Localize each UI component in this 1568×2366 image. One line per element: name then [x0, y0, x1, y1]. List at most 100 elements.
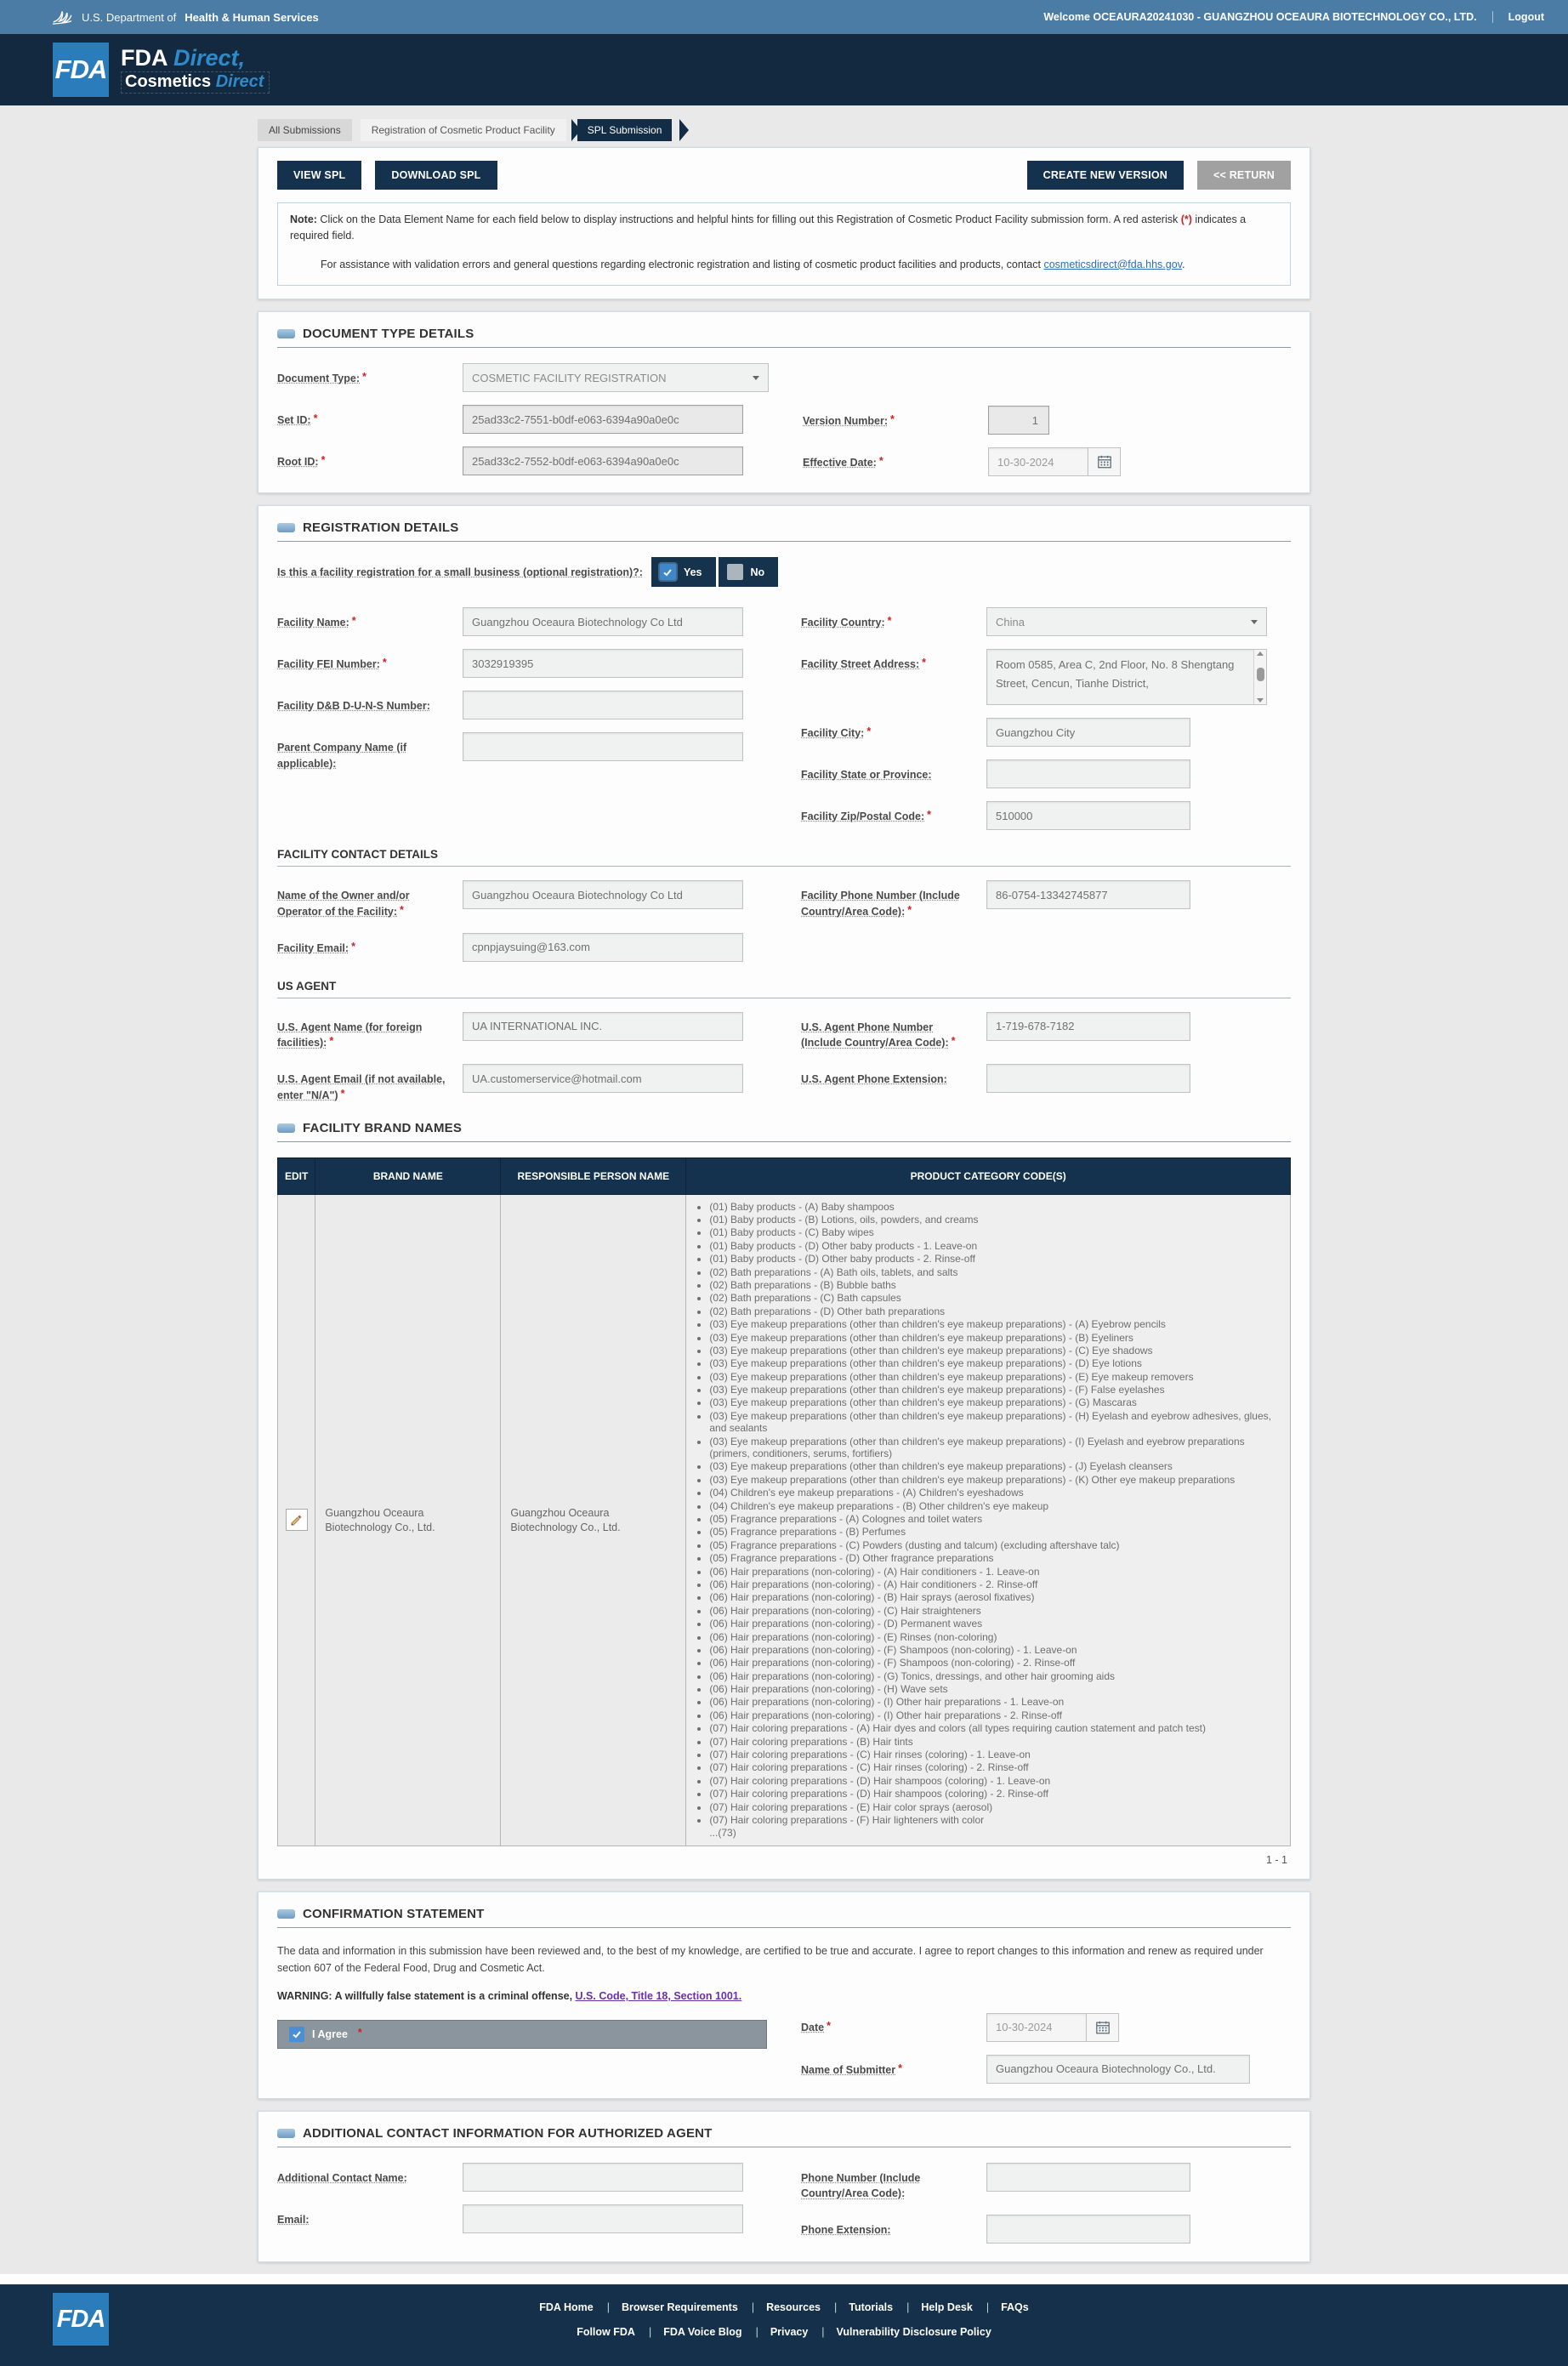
facility-name-label[interactable]: Facility Name:	[277, 607, 463, 636]
product-category-item: (07) Hair coloring preparations - (A) Ha…	[709, 1722, 1283, 1734]
set-id-field[interactable]	[463, 405, 743, 435]
create-new-version-button[interactable]: CREATE NEW VERSION	[1026, 161, 1185, 190]
scroll-up-icon[interactable]	[1257, 651, 1264, 657]
facility-state-field[interactable]	[986, 759, 1190, 789]
section-collapse-icon[interactable]	[277, 1123, 295, 1133]
section-collapse-icon[interactable]	[277, 329, 295, 339]
breadcrumb-spl-submission[interactable]: SPL Submission	[577, 119, 673, 141]
us-agent-email-label[interactable]: U.S. Agent Email (if not available, ente…	[277, 1064, 463, 1104]
small-business-label[interactable]: Is this a facility registration for a sm…	[277, 566, 643, 578]
facility-zip-field[interactable]	[986, 801, 1190, 831]
footer-link[interactable]: Resources	[766, 2301, 849, 2313]
section-collapse-icon[interactable]	[277, 523, 295, 533]
parent-company-field[interactable]	[463, 732, 743, 762]
footer-link[interactable]: Browser Requirements	[622, 2301, 766, 2313]
chevron-down-icon	[1251, 619, 1258, 624]
assist-end: .	[1181, 258, 1185, 270]
facility-street-label[interactable]: Facility Street Address:	[801, 649, 986, 705]
breadcrumb-registration[interactable]: Registration of Cosmetic Product Facilit…	[360, 119, 566, 141]
small-business-yes-button[interactable]: Yes	[650, 557, 716, 588]
footer-link[interactable]: Vulnerability Disclosure Policy	[837, 2326, 991, 2338]
date-field[interactable]	[986, 2012, 1087, 2042]
facility-country-select[interactable]: China	[986, 607, 1267, 637]
product-category-item: (06) Hair preparations (non-coloring) - …	[709, 1631, 1283, 1643]
download-spl-button[interactable]: DOWNLOAD SPL	[375, 161, 497, 190]
facility-email-label[interactable]: Facility Email:	[277, 933, 463, 962]
scroll-thumb[interactable]	[1256, 668, 1264, 682]
submitter-field[interactable]	[986, 2054, 1250, 2084]
section-collapse-icon[interactable]	[277, 2128, 295, 2138]
logout-link[interactable]: Logout	[1491, 11, 1544, 23]
us-agent-phone-label[interactable]: U.S. Agent Phone Number (Include Country…	[801, 1012, 986, 1052]
additional-email-label[interactable]: Email:	[277, 2204, 463, 2233]
owner-name-field[interactable]	[463, 880, 743, 910]
facility-city-field[interactable]	[986, 718, 1190, 748]
view-spl-button[interactable]: VIEW SPL	[277, 161, 362, 190]
facility-state-label[interactable]: Facility State or Province:	[801, 759, 986, 788]
facility-email-field[interactable]	[463, 932, 743, 962]
facility-phone-label[interactable]: Facility Phone Number (Include Country/A…	[801, 880, 986, 920]
footer-link[interactable]: FAQs	[1001, 2301, 1029, 2313]
owner-name-label[interactable]: Name of the Owner and/or Operator of the…	[277, 880, 463, 920]
facility-fei-field[interactable]	[463, 649, 743, 679]
facility-fei-label[interactable]: Facility FEI Number:	[277, 649, 463, 678]
small-business-no-button[interactable]: No	[718, 557, 779, 588]
document-type-label[interactable]: Document Type:	[277, 363, 463, 392]
facility-zip-label[interactable]: Facility Zip/Postal Code:	[801, 801, 986, 830]
footer-link[interactable]: FDA Voice Blog	[663, 2326, 770, 2338]
set-id-label[interactable]: Set ID:	[277, 405, 463, 434]
version-number-field[interactable]	[988, 406, 1049, 435]
footer-link[interactable]: Follow FDA	[577, 2326, 663, 2338]
facility-duns-label[interactable]: Facility D&B D-U-N-S Number:	[277, 691, 463, 719]
additional-ext-field[interactable]	[986, 2215, 1190, 2244]
product-category-item: (07) Hair coloring preparations - (D) Ha…	[709, 1775, 1283, 1787]
date-calendar-button[interactable]	[1087, 2012, 1119, 2042]
breadcrumb: All Submissions Registration of Cosmetic…	[258, 119, 1310, 141]
facility-city-label[interactable]: Facility City:	[801, 718, 986, 747]
us-code-link[interactable]: U.S. Code, Title 18, Section 1001.	[576, 1990, 742, 2002]
section-title: ADDITIONAL CONTACT INFORMATION FOR AUTHO…	[303, 2125, 713, 2141]
i-agree-button[interactable]: I Agree	[277, 2019, 767, 2049]
calendar-icon	[1095, 2021, 1110, 2034]
facility-street-field[interactable]: Room 0585, Area C, 2nd Floor, No. 8 Shen…	[986, 649, 1267, 706]
table-row: Guangzhou Oceaura Biotechnology Co., Ltd…	[276, 1193, 1291, 1847]
edit-row-button[interactable]	[285, 1509, 308, 1532]
us-agent-name-label[interactable]: U.S. Agent Name (for foreign facilities)…	[277, 1012, 463, 1052]
document-type-select[interactable]: COSMETIC FACILITY REGISTRATION	[463, 363, 769, 393]
facility-country-label[interactable]: Facility Country:	[801, 607, 986, 636]
version-number-label[interactable]: Version Number:	[803, 406, 988, 435]
facility-phone-field[interactable]	[986, 880, 1190, 910]
parent-company-label[interactable]: Parent Company Name (if applicable):	[277, 732, 463, 772]
breadcrumb-all-submissions[interactable]: All Submissions	[258, 119, 352, 141]
us-agent-ext-field[interactable]	[986, 1064, 1190, 1094]
product-category-item: (03) Eye makeup preparations (other than…	[709, 1474, 1283, 1486]
date-label[interactable]: Date	[801, 2013, 986, 2042]
us-agent-phone-field[interactable]	[986, 1011, 1190, 1041]
product-category-item: (06) Hair preparations (non-coloring) - …	[709, 1605, 1283, 1617]
us-agent-ext-label[interactable]: U.S. Agent Phone Extension:	[801, 1064, 986, 1093]
textarea-scrollbar[interactable]	[1253, 650, 1266, 705]
footer-link[interactable]: Privacy	[770, 2326, 837, 2338]
facility-name-field[interactable]	[463, 607, 743, 637]
us-agent-name-field[interactable]	[463, 1011, 743, 1041]
section-collapse-icon[interactable]	[277, 1909, 295, 1920]
footer-link[interactable]: Tutorials	[849, 2301, 921, 2313]
root-id-label[interactable]: Root ID:	[277, 446, 463, 475]
contact-email-link[interactable]: cosmeticsdirect@fda.hhs.gov	[1043, 259, 1182, 270]
effective-date-label[interactable]: Effective Date:	[803, 447, 988, 476]
product-category-item: (05) Fragrance preparations - (A) Cologn…	[709, 1513, 1283, 1525]
effective-date-field[interactable]	[988, 447, 1088, 477]
additional-ext-label[interactable]: Phone Extension:	[801, 2215, 986, 2244]
root-id-field[interactable]	[463, 446, 743, 476]
product-category-item: (06) Hair preparations (non-coloring) - …	[709, 1709, 1283, 1721]
scroll-down-icon[interactable]	[1257, 698, 1264, 703]
effective-date-calendar-button[interactable]	[1088, 447, 1121, 477]
return-button[interactable]: << RETURN	[1197, 161, 1291, 190]
additional-email-field[interactable]	[463, 2204, 743, 2233]
additional-phone-label[interactable]: Phone Number (Include Country/Area Code)…	[801, 2163, 986, 2203]
us-agent-email-field[interactable]	[463, 1064, 743, 1094]
footer-link[interactable]: FDA Home	[539, 2301, 622, 2313]
submitter-label[interactable]: Name of Submitter	[801, 2055, 986, 2084]
facility-duns-field[interactable]	[463, 691, 743, 720]
footer-link[interactable]: Help Desk	[921, 2301, 1001, 2313]
